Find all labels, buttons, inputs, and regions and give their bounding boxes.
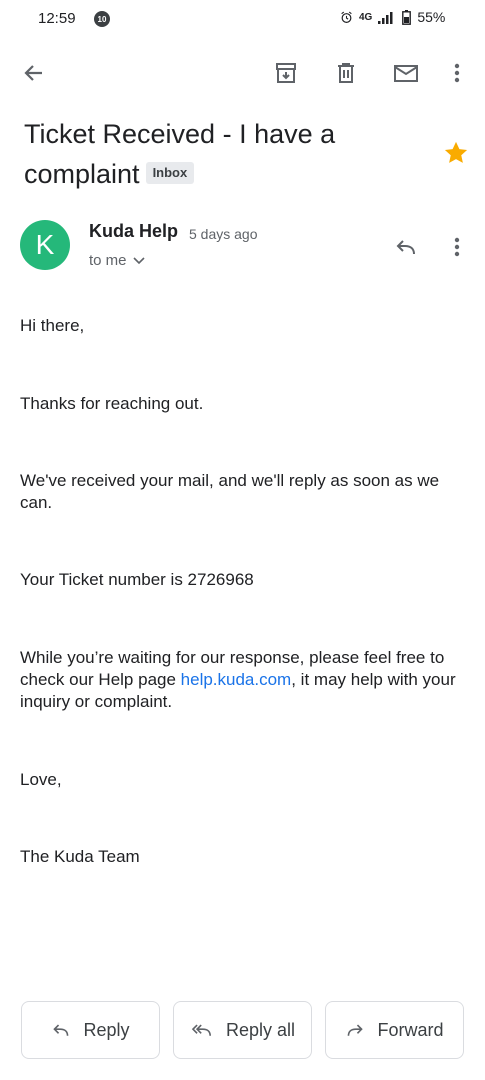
status-icons: 4G 55% [340,9,445,25]
sent-time: 5 days ago [189,226,258,242]
signal-icon [378,11,393,24]
sender-name[interactable]: Kuda Help [89,221,178,242]
reply-icon[interactable] [393,234,419,260]
mark-unread-icon[interactable] [393,60,419,86]
body-paragraph: We've received your mail, and we'll repl… [20,471,440,512]
ticket-number-text: Your Ticket number is 2726968 [20,570,254,589]
star-icon[interactable] [442,139,470,167]
status-time: 12:59 [38,10,76,27]
reply-label: Reply [83,1019,130,1040]
sender-avatar[interactable]: K [20,220,70,270]
notification-badge: 10 [94,11,110,27]
forward-label: Forward [377,1019,444,1040]
inbox-label-chip[interactable]: Inbox [145,161,195,184]
forward-icon [348,1024,364,1036]
alarm-icon [341,11,352,23]
delete-icon[interactable] [333,60,359,86]
more-options-icon[interactable] [444,60,470,86]
battery-icon [402,9,412,25]
body-signature: The Kuda Team [20,847,140,866]
body-paragraph: Thanks for reaching out. [20,394,204,413]
recipient-details-toggle[interactable]: to me [89,252,145,269]
battery-percent: 55% [417,9,446,25]
forward-button[interactable]: Forward [325,1001,464,1059]
reply-all-icon [191,1024,211,1036]
back-arrow-icon[interactable] [21,60,47,86]
recipient-label: to me [89,252,127,269]
archive-icon[interactable] [273,60,299,86]
network-type: 4G [359,11,373,23]
help-link[interactable]: help.kuda.com [181,670,292,689]
reply-all-label: Reply all [225,1019,296,1040]
message-more-options-icon[interactable] [444,234,470,260]
body-signoff: Love, [20,770,62,789]
reply-button[interactable]: Reply [21,1001,160,1059]
email-subject: Ticket Received - I have a complaint Inbo… [24,114,424,194]
body-paragraph: While you’re waiting for our response, p… [20,647,465,713]
reply-icon [53,1024,69,1036]
reply-all-button[interactable]: Reply all [173,1001,312,1059]
body-greeting: Hi there, [20,316,85,335]
chevron-down-icon [132,256,145,264]
